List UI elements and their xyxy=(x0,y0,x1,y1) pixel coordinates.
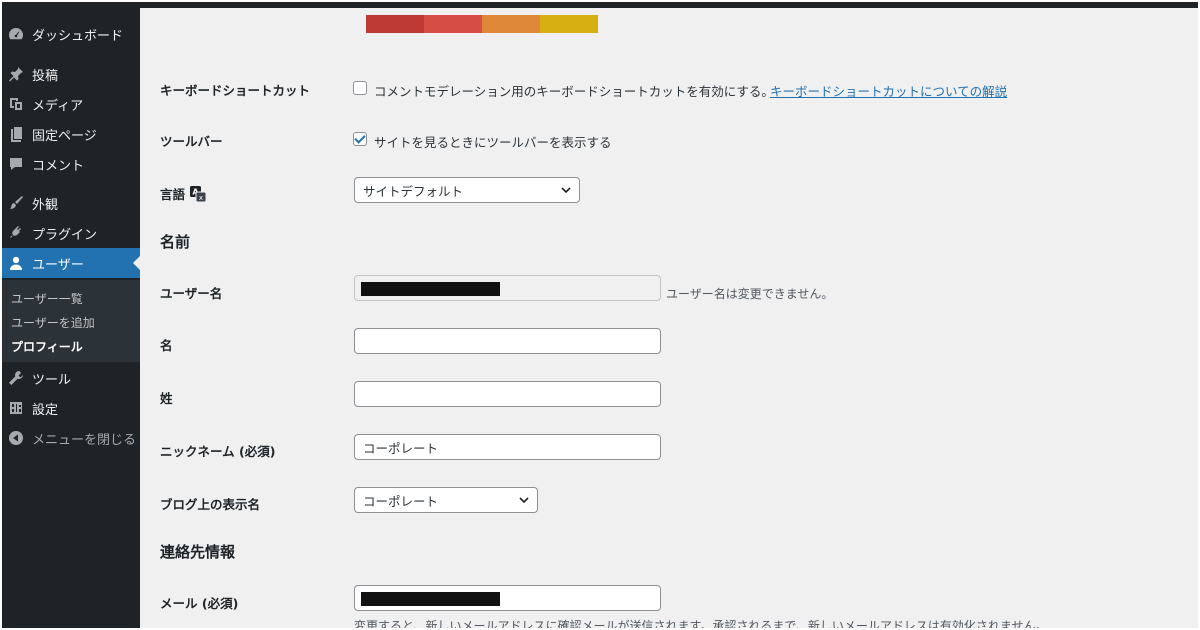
display-name-select[interactable]: コーポレート xyxy=(354,487,538,513)
media-icon xyxy=(8,96,24,112)
sidebar-item-plugins[interactable]: プラグイン xyxy=(2,218,140,248)
submenu-item-add-user[interactable]: ユーザーを追加 xyxy=(11,314,95,331)
nickname-label: ニックネーム (必須) xyxy=(160,441,275,460)
wrench-icon xyxy=(8,370,24,386)
username-label: ユーザー名 xyxy=(160,286,223,301)
last-name-input[interactable] xyxy=(354,381,661,407)
nickname-input[interactable]: コーポレート xyxy=(354,434,661,460)
users-submenu: ユーザー一覧 ユーザーを追加 プロフィール xyxy=(2,280,140,362)
sidebar-collapse-button[interactable]: メニューを閉じる xyxy=(2,423,140,453)
submenu-item-all-users[interactable]: ユーザー一覧 xyxy=(11,290,83,307)
required-marker: (必須) xyxy=(239,444,276,459)
display-name-label: ブログ上の表示名 xyxy=(160,497,261,512)
email-label-text: メール xyxy=(160,596,198,611)
required-marker: (必須) xyxy=(201,596,239,611)
sidebar-item-comments[interactable]: コメント xyxy=(2,149,140,179)
toolbar-label: ツールバー xyxy=(160,134,223,149)
keyboard-shortcuts-checkbox[interactable] xyxy=(353,81,367,95)
admin-toolbar xyxy=(2,2,1198,8)
translate-icon: A x xyxy=(190,186,206,202)
app-frame: ダッシュボード 投稿 メディア 固定ページ コメント 外観 プラグイン ユーザー… xyxy=(2,2,1198,628)
keyboard-shortcuts-option-text: コメントモデレーション用のキーボードショートカットを有効にする。 xyxy=(374,84,774,99)
color-swatch xyxy=(540,15,598,33)
contact-section-title: 連絡先情報 xyxy=(160,543,236,561)
collapse-icon xyxy=(8,430,24,446)
last-name-label: 姓 xyxy=(160,391,173,406)
brush-icon xyxy=(8,195,24,211)
svg-text:x: x xyxy=(199,194,203,202)
comment-icon xyxy=(8,156,24,172)
sidebar-item-tools[interactable]: ツール xyxy=(2,363,140,393)
color-scheme-swatches[interactable] xyxy=(366,15,598,33)
user-icon xyxy=(8,255,24,271)
sidebar-item-label: メニューを閉じる xyxy=(32,432,137,448)
sidebar-item-dashboard[interactable]: ダッシュボード xyxy=(2,19,140,49)
color-swatch xyxy=(482,15,540,33)
email-input[interactable] xyxy=(354,585,661,611)
admin-sidebar: ダッシュボード 投稿 メディア 固定ページ コメント 外観 プラグイン ユーザー… xyxy=(2,2,141,628)
color-swatch xyxy=(424,15,482,33)
pin-icon xyxy=(8,66,24,82)
sidebar-item-label: プラグイン xyxy=(32,227,98,243)
redacted-username xyxy=(361,282,500,296)
display-name-select-value: コーポレート xyxy=(363,493,439,509)
email-change-note: 変更すると、新しいメールアドレスに確認メールが送信されます。承認されるまで、新し… xyxy=(354,619,1048,628)
redacted-email xyxy=(361,592,500,606)
language-label: 言語 xyxy=(160,187,186,202)
submenu-item-profile[interactable]: プロフィール xyxy=(11,338,83,355)
sidebar-item-posts[interactable]: 投稿 xyxy=(2,59,140,89)
toolbar-checkbox[interactable] xyxy=(353,132,367,146)
plugin-icon xyxy=(8,225,24,241)
dashboard-icon xyxy=(8,26,24,42)
first-name-input[interactable] xyxy=(354,328,661,354)
color-swatch xyxy=(366,15,424,33)
page-icon xyxy=(8,126,24,142)
sidebar-item-label: ツール xyxy=(32,372,72,388)
sidebar-item-settings[interactable]: 設定 xyxy=(2,393,140,423)
username-field xyxy=(354,275,661,301)
sidebar-item-label: ダッシュボード xyxy=(32,28,124,44)
sidebar-item-media[interactable]: メディア xyxy=(2,89,140,119)
sidebar-item-pages[interactable]: 固定ページ xyxy=(2,119,140,149)
toolbar-option-text: サイトを見るときにツールバーを表示する xyxy=(374,135,612,150)
sidebar-item-appearance[interactable]: 外観 xyxy=(2,188,140,218)
sidebar-item-label: 固定ページ xyxy=(32,128,97,144)
sidebar-item-users[interactable]: ユーザー xyxy=(2,248,141,278)
current-menu-arrow xyxy=(133,255,141,271)
sidebar-item-label: 外観 xyxy=(32,197,59,213)
language-select[interactable]: サイトデフォルト xyxy=(354,177,580,203)
email-label: メール (必須) xyxy=(160,593,238,612)
name-section-title: 名前 xyxy=(160,233,191,251)
chevron-down-icon xyxy=(519,497,529,504)
sidebar-item-label: ユーザー xyxy=(32,257,84,273)
language-select-value: サイトデフォルト xyxy=(363,183,464,199)
username-note: ユーザー名は変更できません。 xyxy=(666,287,834,301)
keyboard-shortcuts-label: キーボードショートカット xyxy=(160,83,311,98)
sidebar-item-label: 投稿 xyxy=(32,68,59,84)
settings-icon xyxy=(8,400,24,416)
sidebar-item-label: メディア xyxy=(32,98,84,114)
chevron-down-icon xyxy=(561,187,571,194)
nickname-value: コーポレート xyxy=(363,440,439,456)
sidebar-item-label: 設定 xyxy=(32,402,59,418)
sidebar-item-label: コメント xyxy=(32,158,85,174)
keyboard-shortcuts-help-link[interactable]: キーボードショートカットについての解説 xyxy=(770,81,1007,100)
nickname-label-text: ニックネーム xyxy=(160,444,235,459)
first-name-label: 名 xyxy=(160,338,173,353)
